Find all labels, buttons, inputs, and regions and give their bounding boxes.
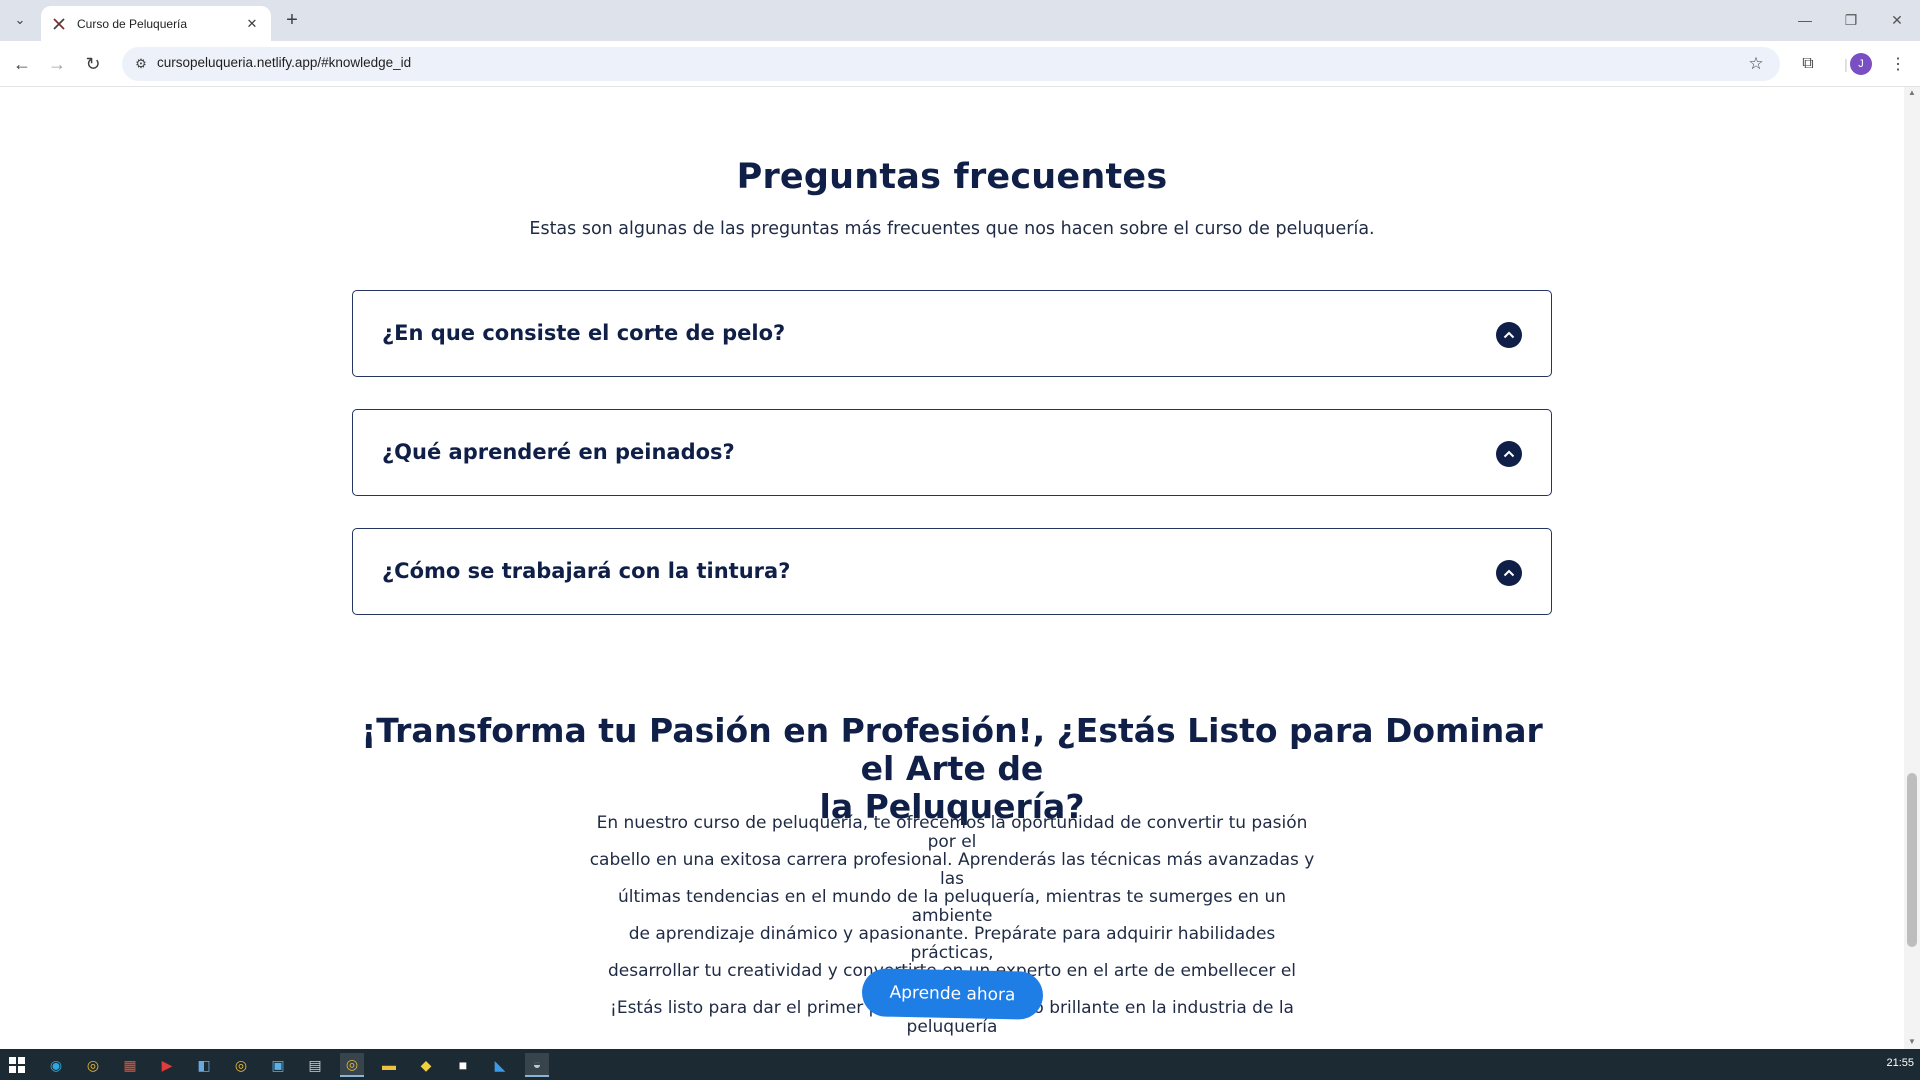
- scroll-up-arrow-icon[interactable]: ▲: [1906, 88, 1918, 98]
- forward-icon[interactable]: →: [45, 52, 69, 76]
- extensions-icon[interactable]: ⧉: [1796, 52, 1820, 76]
- site-info-icon[interactable]: ⚙: [130, 53, 152, 75]
- faq-item-tintura[interactable]: ¿Cómo se trabajará con la tintura?: [352, 528, 1552, 615]
- restore-icon[interactable]: ❐: [1828, 0, 1874, 40]
- windows-taskbar: ◉ ◎ ▦ ▶ ◧ ◎ ▣ ▤ ◎ ▬ ◆ ■ ◣ ◒ 21:55: [0, 1049, 1920, 1080]
- store-icon[interactable]: ▦: [118, 1053, 142, 1077]
- chrome-active-icon[interactable]: ◎: [340, 1053, 364, 1077]
- profile-avatar[interactable]: J: [1850, 53, 1872, 75]
- aprende-ahora-button[interactable]: Aprende ahora: [861, 968, 1044, 1020]
- remote-desktop-icon[interactable]: ▣: [266, 1053, 290, 1077]
- chevron-up-icon[interactable]: [1496, 322, 1522, 348]
- tab-title: Curso de Peluquería: [77, 16, 188, 31]
- calculator-icon[interactable]: ▤: [303, 1053, 327, 1077]
- minimize-icon[interactable]: —: [1782, 0, 1828, 40]
- faq-question: ¿En que consiste el corte de pelo?: [382, 321, 786, 345]
- youtube-icon[interactable]: ▶: [155, 1053, 179, 1077]
- intellij-icon[interactable]: ■: [451, 1053, 475, 1077]
- file-explorer-icon[interactable]: ▬: [377, 1053, 401, 1077]
- chevron-up-icon[interactable]: [1496, 441, 1522, 467]
- tab-close-icon[interactable]: ✕: [243, 15, 261, 33]
- faq-question: ¿Cómo se trabajará con la tintura?: [382, 559, 791, 583]
- page-content: Preguntas frecuentes Estas son algunas d…: [0, 87, 1904, 1049]
- scroll-down-arrow-icon[interactable]: ▼: [1906, 1037, 1918, 1047]
- tab-curso-peluqueria[interactable]: Curso de Peluquería ✕: [41, 6, 271, 41]
- cta-body-line: últimas tendencias en el mundo de la pel…: [617, 887, 1287, 926]
- cta-body-line: de aprendizaje dinámico y apasionante. P…: [628, 924, 1276, 963]
- cta-title-line: ¡Transforma tu Pasión en Profesión!, ¿Es…: [361, 711, 1543, 788]
- chrome-icon[interactable]: ◎: [81, 1053, 105, 1077]
- vscode-icon[interactable]: ◣: [488, 1053, 512, 1077]
- edge-icon[interactable]: ◉: [44, 1053, 68, 1077]
- reload-icon[interactable]: ↻: [81, 52, 105, 76]
- cta-body-line: cabello en una exitosa carrera profesion…: [589, 850, 1315, 889]
- cta-body-line: En nuestro curso de peluquería, te ofrec…: [596, 813, 1308, 852]
- cta-title: ¡Transforma tu Pasión en Profesión!, ¿Es…: [340, 712, 1564, 826]
- url-text[interactable]: cursopeluqueria.netlify.app/#knowledge_i…: [157, 55, 411, 70]
- tab-search-chevron-icon[interactable]: ⌄: [8, 8, 32, 32]
- browser-toolbar: ← → ↻ ⚙ cursopeluqueria.netlify.app/#kno…: [0, 41, 1920, 87]
- faq-item-peinados[interactable]: ¿Qué aprenderé en peinados?: [352, 409, 1552, 496]
- app-icon[interactable]: ◧: [192, 1053, 216, 1077]
- windows-start-icon[interactable]: [5, 1053, 29, 1077]
- faq-subtitle: Estas son algunas de las preguntas más f…: [529, 219, 1375, 239]
- cta-body-line: peluquería: [906, 1016, 998, 1037]
- faq-item-corte[interactable]: ¿En que consiste el corte de pelo?: [352, 290, 1552, 377]
- taskbar-clock: 21:55: [1886, 1057, 1914, 1069]
- close-window-icon[interactable]: ✕: [1874, 0, 1920, 40]
- chevron-up-icon[interactable]: [1496, 560, 1522, 586]
- new-tab-button[interactable]: +: [281, 9, 303, 31]
- faq-title: Preguntas frecuentes: [736, 157, 1168, 197]
- menu-kebab-icon[interactable]: ⋮: [1886, 52, 1910, 76]
- address-bar[interactable]: ⚙ cursopeluqueria.netlify.app/#knowledge…: [122, 47, 1780, 81]
- git-tool-icon[interactable]: ◆: [414, 1053, 438, 1077]
- chrome-profile-icon[interactable]: ◎: [229, 1053, 253, 1077]
- scrollbar-thumb[interactable]: [1907, 773, 1917, 947]
- tab-strip: ⌄ Curso de Peluquería ✕ + — ❐ ✕: [0, 0, 1920, 41]
- faq-question: ¿Qué aprenderé en peinados?: [382, 440, 735, 464]
- back-icon[interactable]: ←: [10, 52, 34, 76]
- bookmark-star-icon[interactable]: ☆: [1744, 52, 1768, 76]
- active-app-icon[interactable]: ◒: [525, 1053, 549, 1077]
- scissors-favicon-icon: [51, 16, 67, 32]
